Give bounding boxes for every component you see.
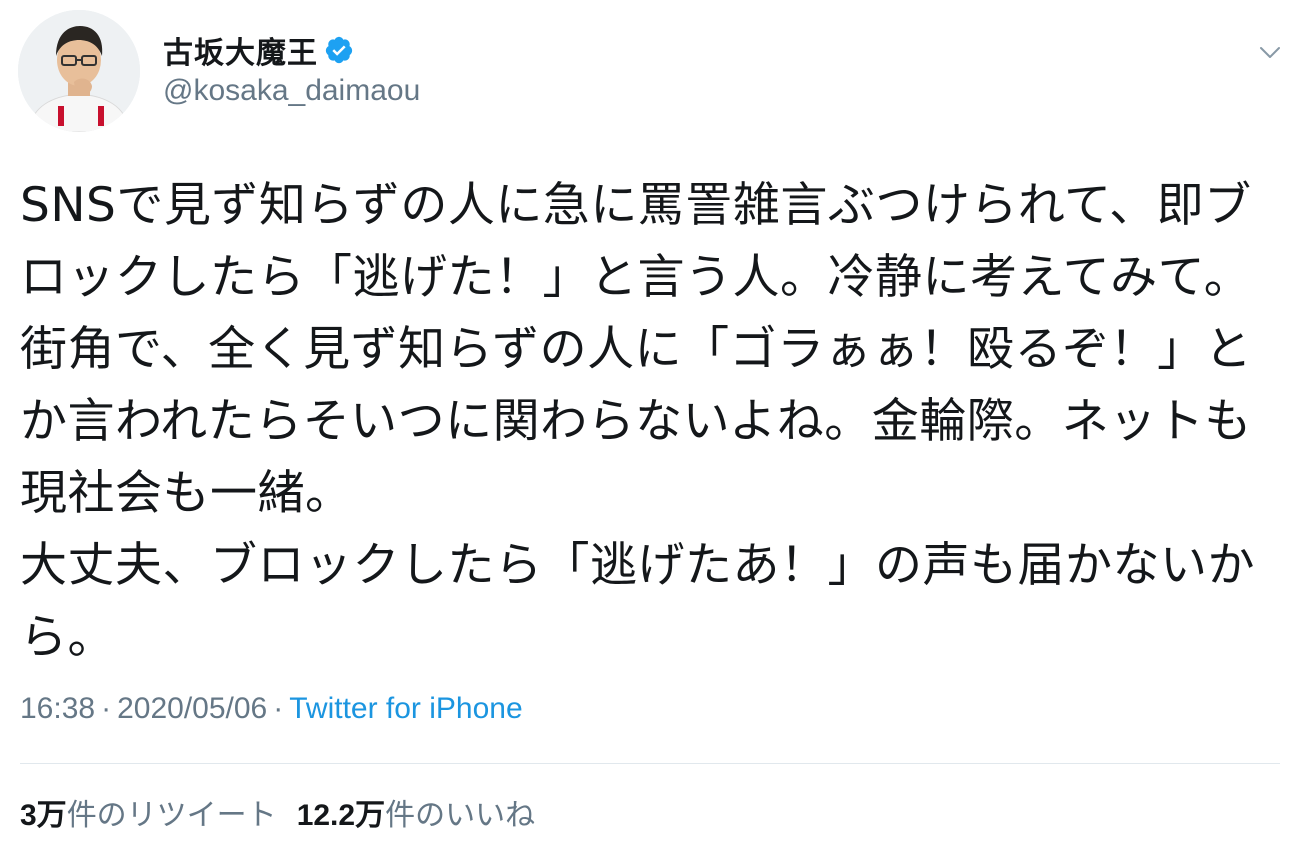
- tweet-text: SNSで見ず知らずの人に急に罵詈雑言ぶつけられて、即ブロックしたら「逃げた！」と…: [20, 178, 1255, 665]
- meta-separator: ·: [101, 692, 112, 725]
- tweet-date[interactable]: 2020/05/06: [117, 692, 267, 725]
- likes-stat[interactable]: 12.2万 件のいいね: [297, 790, 535, 834]
- chevron-down-icon[interactable]: [1258, 40, 1282, 64]
- tweet-card: 古坂大魔王 @kosaka_daimaou SNSで見ず知らずの人に急に罵詈雑言…: [0, 0, 1290, 857]
- tweet-time[interactable]: 16:38: [20, 692, 95, 725]
- likes-label: 件のいいね: [385, 798, 536, 833]
- display-name-row[interactable]: 古坂大魔王: [163, 28, 354, 72]
- meta-separator: ·: [273, 692, 284, 725]
- retweets-label: 件のリツイート: [66, 798, 277, 833]
- avatar[interactable]: [18, 10, 140, 132]
- tweet-stats: 3万 件のリツイート 12.2万 件のいいね: [20, 790, 535, 834]
- tweet-meta: 16:38 · 2020/05/06 · Twitter for iPhone: [20, 692, 523, 726]
- retweets-stat[interactable]: 3万 件のリツイート: [20, 790, 277, 834]
- retweets-count: 3万: [20, 799, 67, 832]
- user-handle[interactable]: @kosaka_daimaou: [163, 74, 420, 108]
- display-name[interactable]: 古坂大魔王: [163, 28, 318, 72]
- divider: [20, 763, 1280, 764]
- tweet-source-link[interactable]: Twitter for iPhone: [289, 692, 522, 725]
- likes-count: 12.2万: [296, 799, 386, 832]
- verified-badge-icon: [324, 35, 354, 65]
